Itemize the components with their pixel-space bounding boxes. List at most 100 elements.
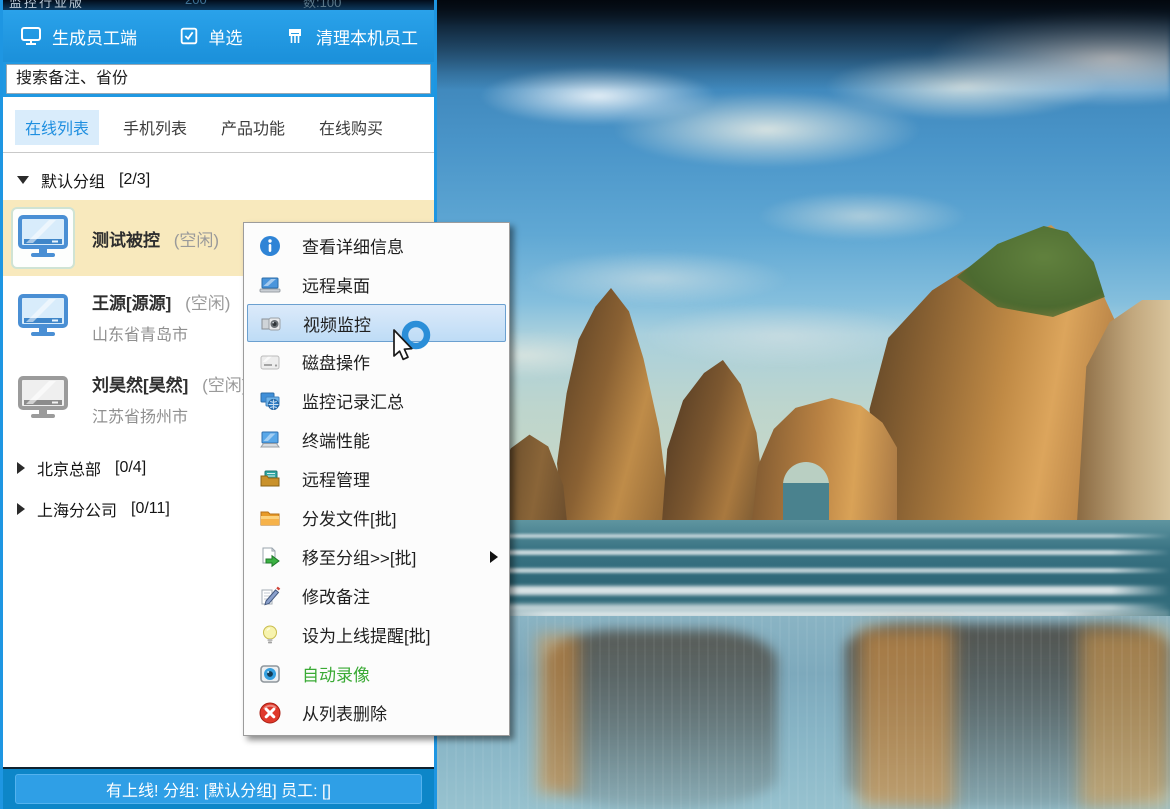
remote-manage-icon — [255, 467, 285, 491]
menu-item-view-details[interactable]: 查看详细信息 — [244, 226, 509, 265]
online-remind-icon — [255, 623, 285, 647]
wave-foam — [437, 568, 1170, 573]
menu-item-video-monitor[interactable]: 视频监控 — [247, 304, 506, 342]
group-count: [0/11] — [131, 500, 170, 518]
menu-item-monitor-records[interactable]: 监控记录汇总 — [244, 381, 509, 420]
group-count: [2/3] — [119, 171, 150, 189]
menu-label: 监控记录汇总 — [302, 388, 404, 413]
computer-status: (空闲) — [202, 376, 247, 395]
computer-location: 山东省青岛市 — [92, 321, 230, 345]
menu-item-online-reminder[interactable]: 设为上线提醒[批] — [244, 615, 509, 654]
menu-label: 设为上线提醒[批] — [302, 622, 430, 647]
group-name: 默认分组 — [41, 168, 105, 192]
tabs-divider — [3, 152, 434, 153]
wallpaper-arch-hole — [783, 462, 829, 522]
mouse-cursor — [383, 318, 447, 381]
wave-foam — [437, 550, 1170, 555]
generate-client-button[interactable]: 生成员工端 — [19, 24, 137, 49]
single-select-label: 单选 — [209, 24, 243, 49]
terminal-performance-icon — [255, 428, 285, 452]
disk-icon — [255, 350, 285, 374]
menu-item-disk-operations[interactable]: 磁盘操作 — [244, 342, 509, 381]
tab-online-list[interactable]: 在线列表 — [15, 110, 99, 145]
single-select-button[interactable]: 单选 — [178, 24, 243, 49]
online-status-button[interactable]: 有上线! 分组: [默认分组] 员工: [] — [15, 774, 422, 804]
wave-foam — [437, 534, 1170, 538]
sand-texture — [437, 616, 1170, 809]
menu-item-delete-from-list[interactable]: 从列表删除 — [244, 693, 509, 732]
menu-label: 终端性能 — [302, 427, 370, 452]
computer-monitor-icon — [11, 207, 75, 269]
computer-info: 刘昊然[昊然] (空闲) 江苏省扬州市 — [92, 371, 247, 427]
online-status-text: 有上线! 分组: [默认分组] 员工: [] — [106, 777, 331, 801]
wave-foam — [437, 586, 1170, 595]
menu-label: 从列表删除 — [302, 700, 387, 725]
clean-local-clients-button[interactable]: 清理本机员工 — [283, 24, 418, 49]
computer-name: 王源[源源] — [92, 294, 171, 313]
tab-product-features[interactable]: 产品功能 — [211, 110, 295, 145]
menu-label: 视频监控 — [303, 311, 371, 336]
menu-item-remote-desktop[interactable]: 远程桌面 — [244, 265, 509, 304]
wallpaper-sea — [437, 520, 1170, 616]
menu-label: 移至分组>>[批] — [302, 544, 416, 569]
computer-monitor-icon — [11, 286, 75, 348]
computer-status: (空闲) — [185, 294, 230, 313]
chevron-right-icon — [17, 503, 25, 515]
group-count: [0/4] — [115, 459, 146, 477]
computer-info: 王源[源源] (空闲) 山东省青岛市 — [92, 289, 230, 345]
menu-label: 磁盘操作 — [302, 349, 370, 374]
click-ring-icon — [405, 324, 427, 346]
search-input[interactable] — [6, 64, 431, 94]
chevron-down-icon — [17, 176, 29, 184]
menu-label: 修改备注 — [302, 583, 370, 608]
menu-item-distribute-files[interactable]: 分发文件[批] — [244, 498, 509, 537]
tab-online-purchase[interactable]: 在线购买 — [309, 110, 393, 145]
computer-location: 江苏省扬州市 — [92, 403, 247, 427]
checkbox-icon — [178, 25, 200, 47]
menu-label: 远程桌面 — [302, 272, 370, 297]
menu-item-edit-note[interactable]: 修改备注 — [244, 576, 509, 615]
computer-name: 测试被控 — [92, 231, 160, 250]
context-menu: 查看详细信息 远程桌面 视频监控 磁盘操作 监控记录汇总 — [243, 222, 510, 736]
computer-info: 测试被控 (空闲) — [92, 226, 219, 251]
computer-status: (空闲) — [174, 231, 219, 250]
broom-icon — [283, 24, 307, 48]
desktop-wallpaper — [437, 0, 1170, 809]
group-row-default[interactable]: 默认分组 [2/3] — [3, 166, 434, 194]
menu-label: 查看详细信息 — [302, 233, 404, 258]
menu-item-remote-manage[interactable]: 远程管理 — [244, 459, 509, 498]
menu-item-move-to-group[interactable]: 移至分组>>[批] — [244, 537, 509, 576]
window-title-fragment: 数:100 — [303, 0, 341, 10]
wallpaper-vignette — [437, 0, 1170, 90]
delete-icon — [255, 701, 285, 725]
menu-label: 远程管理 — [302, 466, 370, 491]
window-title-fragment: 监控行业版 — [9, 0, 84, 10]
monitor-records-icon — [255, 389, 285, 413]
chevron-right-icon — [17, 462, 25, 474]
status-bar: 有上线! 分组: [默认分组] 员工: [] — [3, 767, 434, 809]
wallpaper-wet-sand — [437, 616, 1170, 809]
edit-note-icon — [255, 584, 285, 608]
toolbar: 生成员工端 单选 清理本机员工 — [3, 10, 434, 62]
submenu-arrow-icon — [490, 551, 498, 563]
remote-desktop-icon — [255, 273, 285, 297]
group-name: 上海分公司 — [37, 497, 117, 521]
generate-client-label: 生成员工端 — [52, 24, 137, 49]
auto-record-icon — [255, 662, 285, 686]
clean-local-clients-label: 清理本机员工 — [316, 24, 418, 49]
info-icon — [255, 234, 285, 258]
tab-phone-list[interactable]: 手机列表 — [113, 110, 197, 145]
group-name: 北京总部 — [37, 456, 101, 480]
menu-label: 分发文件[批] — [302, 505, 396, 530]
move-to-group-icon — [255, 545, 285, 569]
computer-monitor-icon-offline — [11, 368, 75, 430]
window-title-fragment: 200 — [185, 0, 207, 7]
window-titlebar: 监控行业版 200 数:100 — [3, 0, 434, 10]
menu-item-terminal-performance[interactable]: 终端性能 — [244, 420, 509, 459]
computer-name: 刘昊然[昊然] — [92, 376, 188, 395]
distribute-files-icon — [255, 506, 285, 530]
panel-tabs: 在线列表 手机列表 产品功能 在线购买 — [15, 110, 424, 145]
menu-item-auto-record[interactable]: 自动录像 — [244, 654, 509, 693]
screen: 监控行业版 200 数:100 生成员工端 单选 — [0, 0, 1170, 809]
menu-label: 自动录像 — [302, 661, 370, 686]
